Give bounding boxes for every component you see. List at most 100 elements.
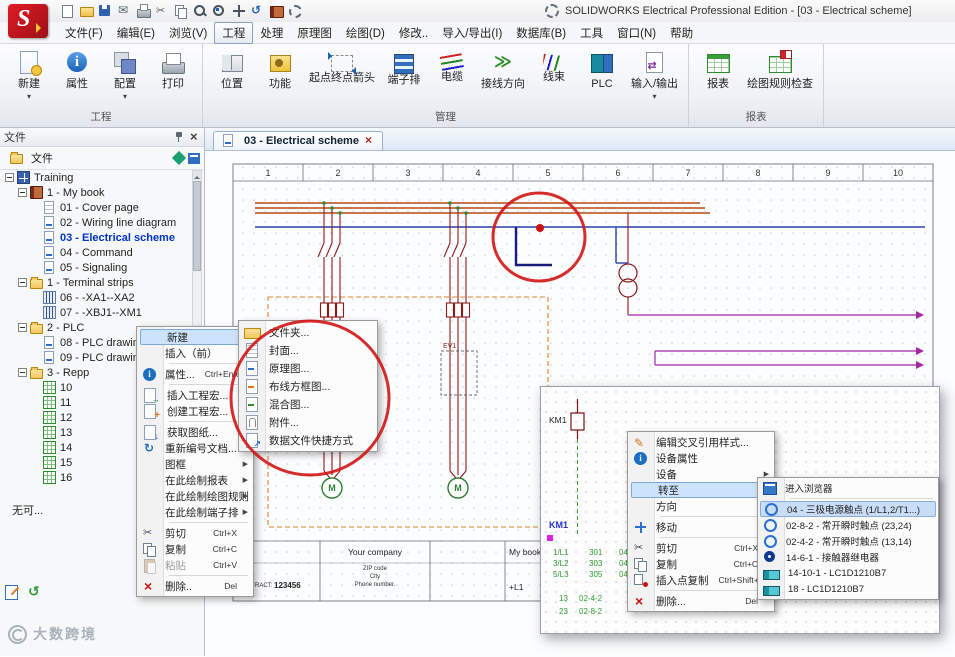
- tb-print-icon[interactable]: [135, 3, 152, 19]
- menu-item[interactable]: 删除... Del: [630, 593, 772, 609]
- menubar-item[interactable]: 绘图(D): [339, 23, 392, 43]
- filter-icon[interactable]: [171, 150, 187, 165]
- ribbon-button[interactable]: 配置: [101, 46, 149, 99]
- ribbon-button[interactable]: 线束: [530, 46, 578, 92]
- menubar-item[interactable]: 文件(F): [58, 23, 110, 43]
- tree-item[interactable]: 05 - Signaling: [2, 260, 190, 275]
- menu-item[interactable]: 设备属性: [630, 450, 772, 466]
- sidebar-tab-files[interactable]: 文件: [4, 148, 174, 168]
- ribbon-button[interactable]: 电缆: [428, 46, 476, 92]
- menubar-item[interactable]: 工具: [573, 23, 610, 43]
- menubar-item[interactable]: 数据库(B): [509, 23, 573, 43]
- menu-item[interactable]: 复制 Ctrl+C: [630, 556, 772, 572]
- tb-gear-icon[interactable]: [287, 3, 304, 19]
- menu-item[interactable]: 插入（前）: [139, 345, 251, 361]
- menu-item[interactable]: 插入工程宏...: [139, 387, 251, 404]
- tree-item[interactable]: 03 - Electrical scheme: [2, 230, 190, 245]
- tree-item[interactable]: Training: [2, 170, 190, 185]
- tb-pan-icon[interactable]: [230, 3, 247, 19]
- menubar-item[interactable]: 处理: [253, 23, 290, 43]
- document-tab[interactable]: 03 - Electrical scheme: [213, 131, 383, 150]
- menubar-item[interactable]: 浏览(V): [162, 23, 214, 43]
- menubar-item[interactable]: 编辑(E): [110, 23, 162, 43]
- menubar-item[interactable]: 窗口(N): [610, 23, 663, 43]
- tree-item[interactable]: 01 - Cover page: [2, 200, 190, 215]
- menu-item[interactable]: 18 - LC1D1210B7: [760, 581, 936, 597]
- ribbon-button[interactable]: 输入/输出: [626, 46, 683, 99]
- tb-copy-icon[interactable]: [173, 3, 190, 19]
- ribbon-button[interactable]: 位置: [208, 46, 256, 99]
- menu-item[interactable]: 14-10-1 - LC1D1210B7: [760, 565, 936, 581]
- pin-icon[interactable]: [173, 131, 185, 144]
- browser-view-icon[interactable]: [188, 152, 200, 164]
- tb-save-icon[interactable]: [97, 3, 114, 19]
- expander-icon[interactable]: [18, 278, 27, 287]
- tb-undo-icon[interactable]: [249, 3, 266, 19]
- menu-item[interactable]: 在此绘制端子排: [139, 504, 251, 520]
- close-icon[interactable]: [188, 129, 200, 144]
- menubar-item[interactable]: 修改..: [392, 23, 435, 43]
- notes-icon[interactable]: [4, 584, 20, 600]
- expander-icon[interactable]: [18, 368, 27, 377]
- menu-item[interactable]: 方向: [630, 498, 772, 514]
- menu-item[interactable]: 14-6-1 - 接触器继电器: [760, 549, 936, 565]
- menu-item[interactable]: 文件夹...: [241, 323, 375, 341]
- menu-item[interactable]: 复制 Ctrl+C: [139, 541, 251, 557]
- ribbon-button[interactable]: 新建: [5, 46, 53, 99]
- tree-item[interactable]: 04 - Command: [2, 245, 190, 260]
- ribbon-button[interactable]: 打印: [149, 46, 197, 99]
- menu-item[interactable]: 02-4-2 - 常开瞬时触点 (13,14): [760, 533, 936, 549]
- tb-page-icon[interactable]: [59, 3, 76, 19]
- menu-item[interactable]: 封面...: [241, 341, 375, 359]
- menu-item[interactable]: 剪切 Ctrl+X: [139, 525, 251, 541]
- ribbon-button[interactable]: 属性: [53, 46, 101, 99]
- ribbon-button[interactable]: 起点终点箭头: [304, 46, 380, 93]
- tree-item[interactable]: 02 - Wiring line diagram: [2, 215, 190, 230]
- tree-item[interactable]: 1 - My book: [2, 185, 190, 200]
- tb-zoom-icon[interactable]: [192, 3, 209, 19]
- menu-item[interactable]: 移动: [630, 519, 772, 535]
- menu-item[interactable]: 在此绘制报表: [139, 472, 251, 488]
- tree-item[interactable]: 1 - Terminal strips: [2, 275, 190, 290]
- ribbon-button[interactable]: 绘图规则检查: [742, 46, 818, 99]
- menu-item[interactable]: 在此绘制绘图规则: [139, 488, 251, 504]
- menu-item[interactable]: 原理图...: [241, 359, 375, 377]
- menu-item[interactable]: 附件...: [241, 413, 375, 431]
- menu-item[interactable]: 粘贴 Ctrl+V: [139, 557, 251, 574]
- ribbon-button[interactable]: 接线方向: [476, 46, 530, 99]
- menu-item[interactable]: 创建工程宏...: [139, 403, 251, 421]
- scroll-up-icon[interactable]: [193, 171, 201, 180]
- ribbon-button[interactable]: 端子排: [380, 46, 428, 95]
- menu-item[interactable]: 重新编号文档...: [139, 440, 251, 456]
- menu-item[interactable]: 插入点复制 Ctrl+Shift+C: [630, 572, 772, 588]
- menu-item[interactable]: 编辑交叉引用样式...: [630, 434, 772, 450]
- tb-zoomfit-icon[interactable]: [211, 3, 228, 19]
- menu-item[interactable]: 04 - 三极电源触点 (1/L1,2/T1...): [760, 501, 936, 517]
- tree-item[interactable]: 06 - -XA1--XA2: [2, 290, 190, 305]
- ribbon-button[interactable]: 功能: [256, 46, 304, 99]
- menu-item[interactable]: 属性... Ctrl+Enter: [139, 366, 251, 382]
- menu-item[interactable]: 02-8-2 - 常开瞬时触点 (23,24): [760, 517, 936, 533]
- menu-item[interactable]: 进入浏览器: [760, 480, 936, 496]
- menubar-item[interactable]: 导入/导出(I): [435, 23, 509, 43]
- tb-folder-icon[interactable]: [78, 3, 95, 19]
- menu-item[interactable]: 混合图...: [241, 395, 375, 413]
- menubar-item[interactable]: 帮助: [663, 23, 700, 43]
- expander-icon[interactable]: [5, 173, 14, 182]
- tb-book-icon[interactable]: [268, 3, 285, 19]
- menu-item[interactable]: 设备: [630, 466, 772, 482]
- menu-item[interactable]: 删除.. Del: [139, 578, 251, 594]
- menubar-item[interactable]: 工程: [214, 21, 254, 44]
- refresh-icon[interactable]: [28, 583, 40, 600]
- menu-item[interactable]: 转至: [631, 482, 771, 498]
- menubar-item[interactable]: 原理图: [290, 23, 339, 43]
- menu-item[interactable]: 新建: [140, 329, 250, 345]
- scroll-thumb[interactable]: [193, 181, 201, 271]
- menu-item[interactable]: 剪切 Ctrl+X: [630, 540, 772, 556]
- tb-mail-icon[interactable]: [116, 3, 133, 19]
- ribbon-button[interactable]: 报表: [694, 46, 742, 99]
- tree-item[interactable]: 07 - -XBJ1--XM1: [2, 305, 190, 320]
- menu-item[interactable]: 获取图纸...: [139, 424, 251, 441]
- menu-item[interactable]: 图框: [139, 456, 251, 472]
- menu-item[interactable]: 数据文件快捷方式: [241, 431, 375, 450]
